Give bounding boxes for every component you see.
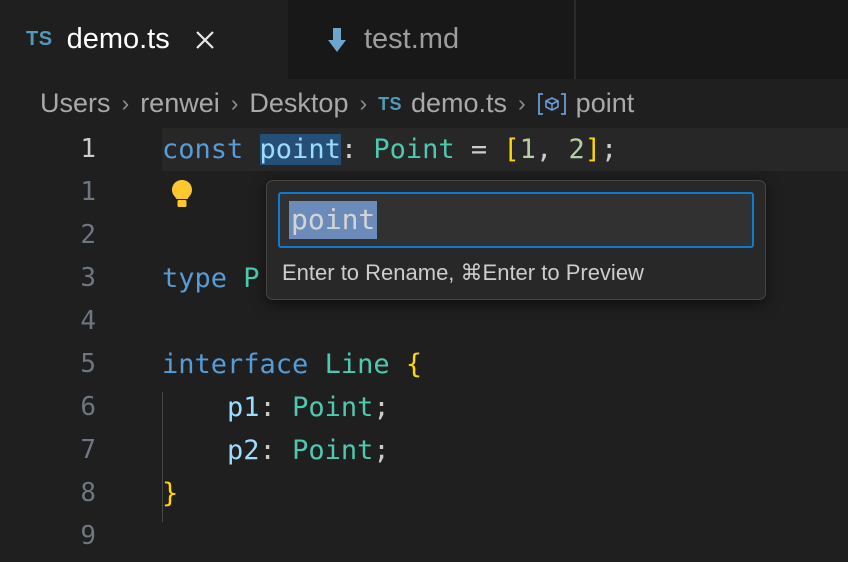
- typescript-icon: TS: [26, 28, 53, 51]
- line-number: 8: [80, 478, 96, 508]
- token-brace-open: {: [405, 349, 423, 380]
- token-keyword: interface: [162, 349, 309, 380]
- breadcrumb-label: point: [575, 88, 635, 118]
- line-number: 2: [80, 220, 96, 250]
- breadcrumb-label: demo.ts: [410, 88, 507, 118]
- typescript-icon: TS: [378, 93, 402, 114]
- breadcrumb-separator: ›: [121, 90, 130, 116]
- line-number: 9: [80, 521, 96, 551]
- line-number: 5: [80, 349, 96, 379]
- code-line-8[interactable]: 8 }: [0, 472, 848, 515]
- breadcrumb-item-desktop[interactable]: Desktop: [249, 90, 348, 117]
- code-line-1[interactable]: 1 const point: Point = [1, 2];: [0, 128, 848, 171]
- code-line-6[interactable]: 6 p1: Point;: [0, 386, 848, 429]
- code-text: const point: Point = [1, 2];: [162, 128, 617, 171]
- markdown-arrow-icon: [324, 25, 350, 55]
- editor-tab-bar: TS demo.ts test.md: [0, 0, 848, 79]
- breadcrumb-separator: ›: [359, 90, 368, 116]
- code-text: p2: Point;: [162, 429, 390, 472]
- code-text: type P: [162, 257, 260, 300]
- code-line-5[interactable]: 5 interface Line {: [0, 343, 848, 386]
- token-semicolon: ;: [373, 435, 390, 466]
- token-selected-identifier: point: [259, 134, 341, 165]
- token-number: 2: [568, 134, 585, 165]
- typescript-icon-text: TS: [26, 28, 53, 50]
- rename-input-value: point: [289, 201, 378, 239]
- line-number: 3: [80, 263, 96, 293]
- token-property: p2: [227, 435, 260, 466]
- breadcrumb-separator: ›: [518, 90, 526, 116]
- code-line-7[interactable]: 7 p2: Point;: [0, 429, 848, 472]
- lightbulb-icon[interactable]: [168, 178, 196, 210]
- breadcrumb: Users › renwei › Desktop › TS demo.ts ›: [0, 79, 848, 128]
- breadcrumb-item-renwei[interactable]: renwei: [140, 90, 220, 117]
- token-number: 1: [519, 134, 536, 165]
- vscode-window: TS demo.ts test.md Users › renwei › Desk…: [0, 0, 848, 562]
- token-colon: :: [259, 392, 293, 423]
- token-bracket-open: [: [503, 134, 520, 165]
- breadcrumb-label: renwei: [140, 88, 220, 118]
- token-semicolon: ;: [373, 392, 390, 423]
- code-line-9[interactable]: 9: [0, 515, 848, 558]
- rename-symbol-popup: point Enter to Rename, ⌘Enter to Preview: [266, 180, 766, 300]
- token-comma: ,: [535, 134, 569, 165]
- token-operator: =: [454, 134, 504, 165]
- token-brace-close: }: [162, 478, 179, 509]
- token-type: P: [243, 263, 260, 294]
- line-number: 7: [80, 435, 96, 465]
- breadcrumb-label: Users: [40, 88, 111, 118]
- tab-test-md[interactable]: test.md: [288, 0, 576, 79]
- code-text: }: [162, 472, 178, 515]
- token-type: Point: [292, 435, 374, 466]
- token-keyword: type: [162, 263, 228, 294]
- token-bracket-close: ]: [584, 134, 601, 165]
- breadcrumb-item-point[interactable]: point: [537, 88, 635, 118]
- token-keyword: const: [162, 134, 244, 165]
- rename-hint: Enter to Rename, ⌘Enter to Preview: [282, 260, 644, 285]
- breadcrumb-label: Desktop: [249, 88, 349, 118]
- token-semicolon: ;: [600, 134, 618, 165]
- token-type: Point: [292, 392, 374, 423]
- token-type: Point: [373, 134, 455, 165]
- tab-demo-ts[interactable]: TS demo.ts: [0, 0, 288, 79]
- code-line-4[interactable]: 4: [0, 300, 848, 343]
- line-number: 4: [80, 306, 96, 336]
- line-number: 6: [80, 392, 96, 422]
- breadcrumb-separator: ›: [230, 90, 239, 116]
- symbol-variable-icon: [537, 92, 567, 116]
- line-number: 1: [80, 134, 96, 164]
- rename-input[interactable]: point: [278, 192, 754, 248]
- token-colon: :: [259, 435, 293, 466]
- tab-label-test-md: test.md: [364, 23, 460, 55]
- code-text: p1: Point;: [162, 386, 390, 429]
- line-number: 1: [80, 177, 96, 207]
- token-type: Line: [324, 349, 390, 380]
- tab-label-demo-ts: demo.ts: [66, 23, 170, 55]
- token-property: p1: [227, 392, 260, 423]
- token-punct: :: [340, 134, 374, 165]
- code-text: interface Line {: [162, 343, 422, 386]
- close-icon[interactable]: [188, 23, 222, 57]
- breadcrumb-item-users[interactable]: Users: [40, 90, 111, 117]
- breadcrumb-item-demo-ts[interactable]: TS demo.ts: [378, 90, 507, 117]
